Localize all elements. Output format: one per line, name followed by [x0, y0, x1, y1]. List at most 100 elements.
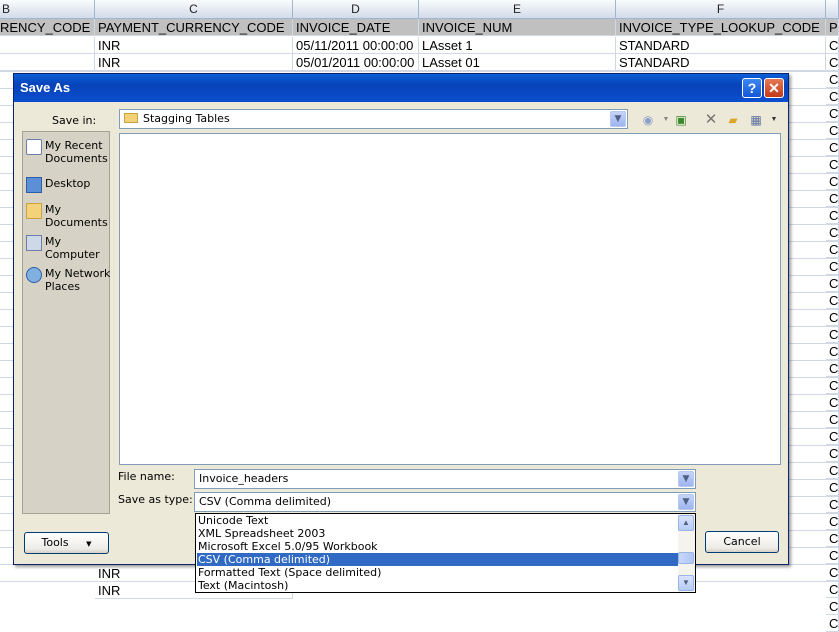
chevron-down-icon: ▼	[86, 540, 92, 548]
table-cell[interactable]: C	[826, 394, 839, 411]
cancel-button[interactable]: Cancel	[705, 531, 779, 553]
place-my-network-places[interactable]: My Network Places	[26, 267, 110, 295]
table-cell[interactable]: C	[826, 258, 839, 275]
table-cell[interactable]: C	[826, 581, 839, 598]
scroll-thumb[interactable]	[678, 552, 694, 564]
table-cell[interactable]: C	[826, 462, 839, 479]
save-as-dialog: Save As ? ✕ Save in: Stagging Tables ▼ ◉…	[13, 73, 789, 593]
table-cell[interactable]: C	[826, 479, 839, 496]
views-icon[interactable]: ▦	[747, 112, 765, 128]
my-documents-icon	[26, 203, 42, 219]
column-header-b[interactable]: B	[0, 0, 95, 19]
column-header-f[interactable]: F	[616, 0, 826, 19]
row-gridline	[0, 71, 839, 72]
header-cell[interactable]: RENCY_CODE	[0, 19, 95, 36]
chevron-down-icon[interactable]: ▼	[765, 112, 783, 128]
table-cell[interactable]: C	[826, 207, 839, 224]
place-my-recent-documents[interactable]: My Recent Documents	[26, 139, 110, 167]
chevron-down-icon[interactable]: ▼	[678, 471, 694, 487]
tools-button[interactable]: Tools ▼	[24, 532, 109, 554]
table-cell[interactable]: C	[826, 173, 839, 190]
column-header-e[interactable]: E	[419, 0, 616, 19]
type-option[interactable]: Unicode Text	[197, 514, 678, 527]
place-my-computer[interactable]: My Computer	[26, 235, 110, 263]
save-as-type-dropdown[interactable]: CSV (Comma delimited) ▼	[194, 492, 696, 512]
table-cell[interactable]	[0, 54, 95, 71]
table-cell[interactable]: C	[826, 326, 839, 343]
table-cell[interactable]: STANDARD	[616, 37, 826, 54]
table-cell[interactable]: 05/11/2011 00:00:00	[293, 37, 419, 54]
back-icon[interactable]: ◉	[639, 112, 657, 128]
scroll-down-button[interactable]: ▼	[678, 575, 694, 591]
new-folder-icon[interactable]: ▰	[724, 112, 742, 128]
up-folder-icon[interactable]: ▣	[672, 112, 690, 128]
table-cell[interactable]: 05/01/2011 00:00:00	[293, 54, 419, 71]
my-computer-icon	[26, 235, 42, 251]
table-cell[interactable]: C	[826, 71, 839, 88]
file-name-label: File name:	[118, 470, 175, 483]
header-cell[interactable]: P	[826, 19, 839, 36]
table-cell[interactable]: C	[826, 564, 839, 581]
table-cell[interactable]: C	[826, 190, 839, 207]
table-cell[interactable]: C	[826, 54, 839, 71]
file-list[interactable]	[119, 133, 781, 465]
table-cell[interactable]: LAsset 1	[419, 37, 616, 54]
dialog-titlebar[interactable]: Save As ? ✕	[14, 74, 788, 102]
column-header-d[interactable]: D	[293, 0, 419, 19]
save-in-dropdown[interactable]: Stagging Tables ▼	[119, 109, 628, 129]
table-cell[interactable]: C	[826, 105, 839, 122]
table-cell[interactable]: C	[826, 37, 839, 54]
table-cell[interactable]: C	[826, 411, 839, 428]
table-cell[interactable]: INR	[95, 37, 293, 54]
header-cell[interactable]: PAYMENT_CURRENCY_CODE	[95, 19, 293, 36]
table-cell[interactable]	[0, 37, 95, 54]
close-button[interactable]: ✕	[764, 78, 784, 98]
type-option[interactable]: XML Spreadsheet 2003	[197, 527, 678, 540]
table-cell[interactable]: C	[826, 530, 839, 547]
table-cell[interactable]: STANDARD	[616, 54, 826, 71]
table-cell[interactable]: C	[826, 139, 839, 156]
table-cell[interactable]: C	[826, 360, 839, 377]
table-cell[interactable]: C	[826, 224, 839, 241]
places-bar: My Recent Documents Desktop My Documents…	[22, 131, 110, 514]
chevron-down-icon[interactable]: ▼	[678, 494, 694, 510]
table-cell[interactable]: INR	[95, 54, 293, 71]
list-scrollbar[interactable]: ▲ ▼	[678, 514, 695, 592]
scroll-up-button[interactable]: ▲	[678, 515, 694, 531]
type-option[interactable]: Microsoft Excel 5.0/95 Workbook	[197, 540, 678, 553]
table-cell[interactable]: C	[826, 428, 839, 445]
table-cell[interactable]: C	[826, 598, 839, 615]
type-option[interactable]: Text (Macintosh)	[197, 579, 678, 592]
table-cell[interactable]: C	[826, 156, 839, 173]
table-cell[interactable]: C	[826, 445, 839, 462]
table-cell[interactable]: LAsset 01	[419, 54, 616, 71]
table-cell[interactable]: C	[826, 309, 839, 326]
type-option[interactable]: CSV (Comma delimited)	[197, 553, 678, 566]
file-name-input[interactable]: Invoice_headers ▼	[194, 469, 696, 489]
column-header-c[interactable]: C	[95, 0, 293, 19]
table-cell[interactable]: C	[826, 343, 839, 360]
save-as-type-list: Unicode Text XML Spreadsheet 2003 Microsof…	[195, 513, 696, 593]
table-cell[interactable]: C	[826, 513, 839, 530]
delete-icon[interactable]: ✕	[702, 112, 720, 128]
header-cell[interactable]: INVOICE_DATE	[293, 19, 419, 36]
table-cell[interactable]: C	[826, 122, 839, 139]
folder-icon	[124, 113, 138, 123]
table-cell[interactable]: C	[826, 275, 839, 292]
save-in-value: Stagging Tables	[143, 112, 230, 125]
header-cell[interactable]: INVOICE_NUM	[419, 19, 616, 36]
table-cell[interactable]: C	[826, 496, 839, 513]
type-option[interactable]: Formatted Text (Space delimited)	[197, 566, 678, 579]
table-cell[interactable]: C	[826, 241, 839, 258]
header-cell[interactable]: INVOICE_TYPE_LOOKUP_CODE	[616, 19, 826, 36]
place-my-documents[interactable]: My Documents	[26, 203, 110, 231]
place-desktop[interactable]: Desktop	[26, 177, 110, 193]
table-cell[interactable]: C	[826, 292, 839, 309]
help-button[interactable]: ?	[742, 78, 762, 98]
chevron-down-icon[interactable]: ▼	[610, 111, 626, 127]
table-cell[interactable]: C	[826, 88, 839, 105]
table-cell[interactable]: C	[826, 377, 839, 394]
table-cell[interactable]: C	[826, 547, 839, 564]
table-cell[interactable]: C	[826, 615, 839, 632]
column-header-g[interactable]	[826, 0, 839, 19]
